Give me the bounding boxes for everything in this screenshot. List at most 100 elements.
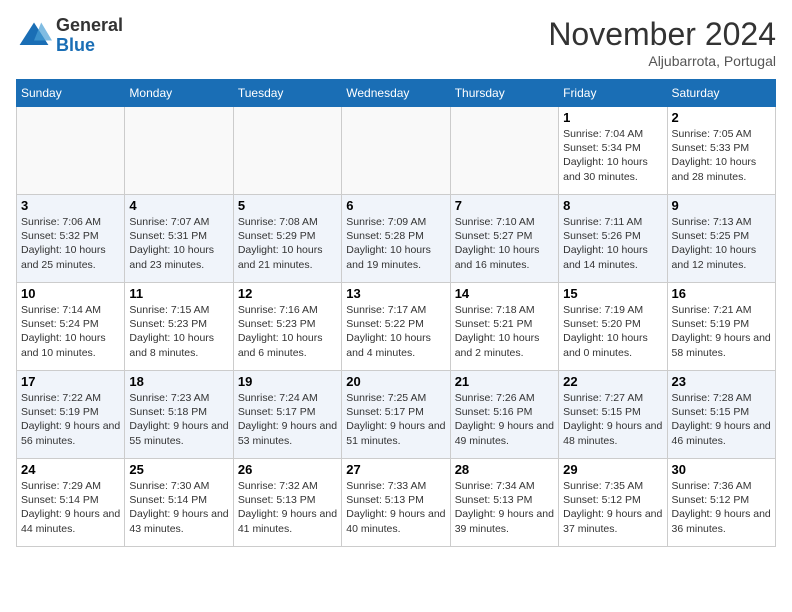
day-number: 23 (672, 374, 771, 389)
day-number: 1 (563, 110, 662, 125)
day-info: Sunrise: 7:11 AMSunset: 5:26 PMDaylight:… (563, 215, 662, 272)
calendar-cell (450, 107, 558, 195)
calendar-cell: 21Sunrise: 7:26 AMSunset: 5:16 PMDayligh… (450, 371, 558, 459)
day-info: Sunrise: 7:08 AMSunset: 5:29 PMDaylight:… (238, 215, 337, 272)
day-number: 17 (21, 374, 120, 389)
day-number: 8 (563, 198, 662, 213)
day-info: Sunrise: 7:30 AMSunset: 5:14 PMDaylight:… (129, 479, 228, 536)
day-number: 24 (21, 462, 120, 477)
calendar-cell (17, 107, 125, 195)
calendar-cell: 1 Sunrise: 7:04 AMSunset: 5:34 PMDaylight… (559, 107, 667, 195)
calendar-cell: 13Sunrise: 7:17 AMSunset: 5:22 PMDayligh… (342, 283, 450, 371)
weekday-header: Friday (559, 80, 667, 107)
day-info: Sunrise: 7:05 AMSunset: 5:33 PMDaylight:… (672, 127, 771, 184)
calendar-cell: 14 Sunrise: 7:18 AMSunset: 5:21 PMDayligh… (450, 283, 558, 371)
location: Aljubarrota, Portugal (548, 53, 776, 69)
calendar-cell: 3 Sunrise: 7:06 AMSunset: 5:32 PMDaylight… (17, 195, 125, 283)
day-info: Sunrise: 7:18 AMSunset: 5:21 PMDaylight:… (455, 303, 554, 360)
day-number: 22 (563, 374, 662, 389)
day-info: Sunrise: 7:06 AMSunset: 5:32 PMDaylight:… (21, 215, 120, 272)
day-number: 27 (346, 462, 445, 477)
calendar-cell: 25 Sunrise: 7:30 AMSunset: 5:14 PMDayligh… (125, 459, 233, 547)
day-info: Sunrise: 7:14 AMSunset: 5:24 PMDaylight:… (21, 303, 120, 360)
day-number: 26 (238, 462, 337, 477)
calendar-cell: 26 Sunrise: 7:32 AMSunset: 5:13 PMDayligh… (233, 459, 341, 547)
logo-general: General (56, 15, 123, 35)
calendar-cell (233, 107, 341, 195)
calendar-cell: 9Sunrise: 7:13 AMSunset: 5:25 PMDaylight… (667, 195, 775, 283)
day-info: Sunrise: 7:04 AMSunset: 5:34 PMDaylight:… (563, 127, 662, 184)
day-info: Sunrise: 7:19 AMSunset: 5:20 PMDaylight:… (563, 303, 662, 360)
day-number: 2 (672, 110, 771, 125)
weekday-header: Wednesday (342, 80, 450, 107)
calendar-week-row: 24Sunrise: 7:29 AMSunset: 5:14 PMDayligh… (17, 459, 776, 547)
day-number: 20 (346, 374, 445, 389)
day-info: Sunrise: 7:15 AMSunset: 5:23 PMDaylight:… (129, 303, 228, 360)
day-info: Sunrise: 7:10 AMSunset: 5:27 PMDaylight:… (455, 215, 554, 272)
calendar-cell: 27 Sunrise: 7:33 AMSunset: 5:13 PMDayligh… (342, 459, 450, 547)
month-title: November 2024 (548, 16, 776, 53)
calendar-week-row: 1 Sunrise: 7:04 AMSunset: 5:34 PMDaylight… (17, 107, 776, 195)
day-info: Sunrise: 7:25 AMSunset: 5:17 PMDaylight:… (346, 391, 445, 448)
day-info: Sunrise: 7:32 AMSunset: 5:13 PMDaylight:… (238, 479, 337, 536)
day-number: 11 (129, 286, 228, 301)
day-number: 10 (21, 286, 120, 301)
day-number: 7 (455, 198, 554, 213)
day-number: 13 (346, 286, 445, 301)
day-number: 15 (563, 286, 662, 301)
day-number: 29 (563, 462, 662, 477)
day-number: 14 (455, 286, 554, 301)
day-info: Sunrise: 7:09 AMSunset: 5:28 PMDaylight:… (346, 215, 445, 272)
weekday-header: Tuesday (233, 80, 341, 107)
day-info: Sunrise: 7:26 AMSunset: 5:16 PMDaylight:… (455, 391, 554, 448)
calendar-cell: 19 Sunrise: 7:24 AMSunset: 5:17 PMDayligh… (233, 371, 341, 459)
day-info: Sunrise: 7:33 AMSunset: 5:13 PMDaylight:… (346, 479, 445, 536)
day-info: Sunrise: 7:27 AMSunset: 5:15 PMDaylight:… (563, 391, 662, 448)
day-number: 28 (455, 462, 554, 477)
calendar-cell: 11 Sunrise: 7:15 AMSunset: 5:23 PMDayligh… (125, 283, 233, 371)
weekday-header: Thursday (450, 80, 558, 107)
calendar-cell: 8 Sunrise: 7:11 AMSunset: 5:26 PMDaylight… (559, 195, 667, 283)
calendar-cell: 22 Sunrise: 7:27 AMSunset: 5:15 PMDayligh… (559, 371, 667, 459)
calendar-cell (125, 107, 233, 195)
calendar-cell: 7 Sunrise: 7:10 AMSunset: 5:27 PMDaylight… (450, 195, 558, 283)
calendar-cell: 17 Sunrise: 7:22 AMSunset: 5:19 PMDayligh… (17, 371, 125, 459)
calendar-cell: 6Sunrise: 7:09 AMSunset: 5:28 PMDaylight… (342, 195, 450, 283)
logo-text: General Blue (56, 16, 123, 56)
calendar-cell: 4Sunrise: 7:07 AMSunset: 5:31 PMDaylight… (125, 195, 233, 283)
day-number: 30 (672, 462, 771, 477)
day-info: Sunrise: 7:24 AMSunset: 5:17 PMDaylight:… (238, 391, 337, 448)
day-info: Sunrise: 7:13 AMSunset: 5:25 PMDaylight:… (672, 215, 771, 272)
calendar-cell: 28Sunrise: 7:34 AMSunset: 5:13 PMDayligh… (450, 459, 558, 547)
logo-icon (16, 18, 52, 54)
day-info: Sunrise: 7:07 AMSunset: 5:31 PMDaylight:… (129, 215, 228, 272)
calendar-cell: 16Sunrise: 7:21 AMSunset: 5:19 PMDayligh… (667, 283, 775, 371)
day-number: 25 (129, 462, 228, 477)
weekday-header: Sunday (17, 80, 125, 107)
logo-blue: Blue (56, 35, 95, 55)
day-number: 3 (21, 198, 120, 213)
calendar-week-row: 17 Sunrise: 7:22 AMSunset: 5:19 PMDayligh… (17, 371, 776, 459)
title-block: November 2024 Aljubarrota, Portugal (548, 16, 776, 69)
page-header: General Blue November 2024 Aljubarrota, … (16, 16, 776, 69)
calendar-cell: 23Sunrise: 7:28 AMSunset: 5:15 PMDayligh… (667, 371, 775, 459)
calendar: SundayMondayTuesdayWednesdayThursdayFrid… (16, 79, 776, 547)
weekday-header-row: SundayMondayTuesdayWednesdayThursdayFrid… (17, 80, 776, 107)
calendar-cell: 18 Sunrise: 7:23 AMSunset: 5:18 PMDayligh… (125, 371, 233, 459)
weekday-header: Monday (125, 80, 233, 107)
day-number: 18 (129, 374, 228, 389)
calendar-cell: 2 Sunrise: 7:05 AMSunset: 5:33 PMDaylight… (667, 107, 775, 195)
day-info: Sunrise: 7:35 AMSunset: 5:12 PMDaylight:… (563, 479, 662, 536)
day-info: Sunrise: 7:23 AMSunset: 5:18 PMDaylight:… (129, 391, 228, 448)
calendar-cell: 5Sunrise: 7:08 AMSunset: 5:29 PMDaylight… (233, 195, 341, 283)
day-number: 12 (238, 286, 337, 301)
calendar-cell (342, 107, 450, 195)
calendar-cell: 20 Sunrise: 7:25 AMSunset: 5:17 PMDayligh… (342, 371, 450, 459)
day-info: Sunrise: 7:22 AMSunset: 5:19 PMDaylight:… (21, 391, 120, 448)
calendar-cell: 24Sunrise: 7:29 AMSunset: 5:14 PMDayligh… (17, 459, 125, 547)
logo: General Blue (16, 16, 123, 56)
calendar-cell: 30Sunrise: 7:36 AMSunset: 5:12 PMDayligh… (667, 459, 775, 547)
calendar-cell: 10 Sunrise: 7:14 AMSunset: 5:24 PMDayligh… (17, 283, 125, 371)
day-number: 19 (238, 374, 337, 389)
calendar-week-row: 10 Sunrise: 7:14 AMSunset: 5:24 PMDayligh… (17, 283, 776, 371)
